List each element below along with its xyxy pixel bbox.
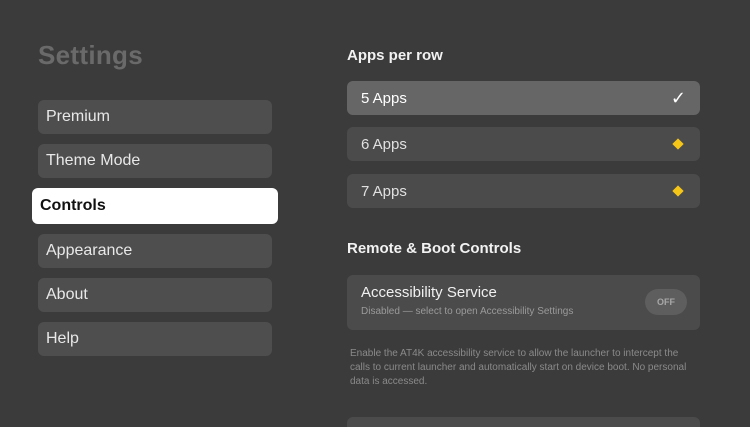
sidebar-item-appearance[interactable]: Appearance bbox=[38, 234, 272, 268]
accessibility-service-subtitle: Disabled — select to open Accessibility … bbox=[361, 306, 574, 317]
premium-diamond-icon bbox=[672, 185, 684, 197]
accessibility-toggle[interactable]: OFF bbox=[645, 289, 687, 315]
page-title: Settings bbox=[38, 40, 143, 70]
sidebar-item-label: Theme Mode bbox=[46, 152, 141, 169]
option-6-apps[interactable]: 6 Apps bbox=[347, 127, 700, 161]
sidebar-item-about[interactable]: About bbox=[38, 278, 272, 312]
premium-diamond-icon bbox=[672, 138, 684, 150]
sidebar-item-label: Help bbox=[46, 330, 79, 347]
accessibility-description: Enable the AT4K accessibility service to… bbox=[350, 348, 687, 387]
sidebar-item-help[interactable]: Help bbox=[38, 322, 272, 356]
sidebar: Premium Theme Mode Controls Appearance A… bbox=[32, 100, 278, 366]
option-5-apps[interactable]: 5 Apps ✓ bbox=[347, 81, 700, 115]
sidebar-item-label: Premium bbox=[46, 108, 111, 125]
option-label: 7 Apps bbox=[361, 182, 407, 200]
accessibility-service-card[interactable]: Accessibility Service Disabled — select … bbox=[347, 275, 700, 330]
sidebar-item-theme-mode[interactable]: Theme Mode bbox=[38, 144, 272, 178]
remote-boot-title: Remote & Boot Controls bbox=[347, 240, 522, 257]
sidebar-item-label: About bbox=[46, 286, 88, 303]
apps-per-row-title: Apps per row bbox=[347, 47, 443, 64]
option-label: 6 Apps bbox=[361, 135, 407, 153]
sidebar-item-label: Appearance bbox=[46, 242, 133, 259]
option-label: 5 Apps bbox=[361, 89, 407, 107]
sidebar-item-premium[interactable]: Premium bbox=[38, 100, 272, 134]
sidebar-item-controls[interactable]: Controls bbox=[32, 188, 278, 224]
next-setting-card[interactable] bbox=[347, 417, 700, 427]
accessibility-service-title: Accessibility Service bbox=[361, 284, 497, 301]
check-icon: ✓ bbox=[670, 87, 686, 108]
sidebar-item-label: Controls bbox=[40, 197, 106, 214]
option-7-apps[interactable]: 7 Apps bbox=[347, 174, 700, 208]
